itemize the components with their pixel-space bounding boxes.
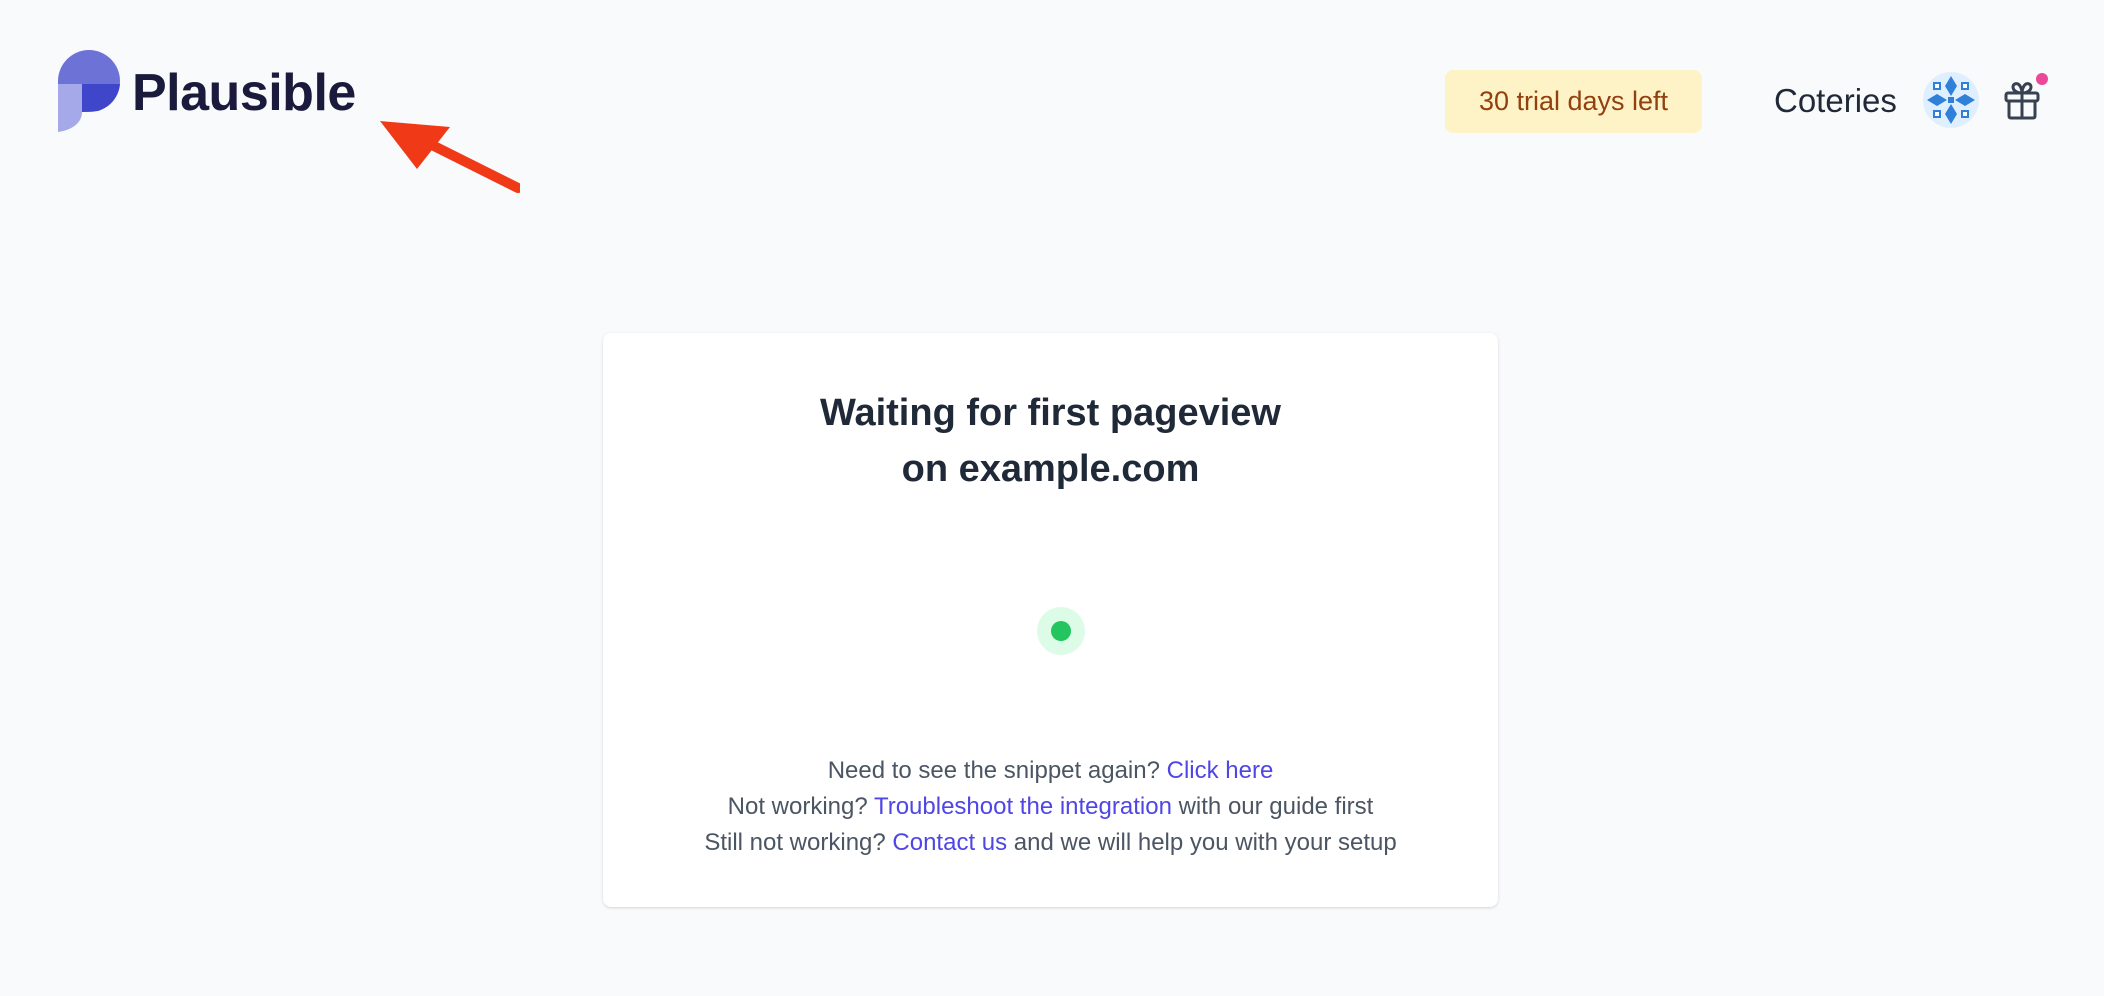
gift-icon[interactable] — [2002, 78, 2042, 122]
help-text: Need to see the snippet again? Click her… — [603, 753, 1498, 861]
click-here-link[interactable]: Click here — [1167, 757, 1274, 784]
red-arrow-annotation — [380, 121, 520, 193]
waiting-card: Waiting for first pageview on example.co… — [603, 333, 1498, 907]
help-line-contact: Still not working? Contact us and we wil… — [704, 829, 1397, 856]
trial-days-badge[interactable]: 30 trial days left — [1445, 70, 1702, 133]
site-name[interactable]: Coteries — [1774, 80, 1897, 122]
card-title-line2: on example.com — [901, 448, 1200, 490]
card-title: Waiting for first pageview on example.co… — [603, 385, 1498, 497]
pulse-dot — [1051, 621, 1071, 641]
plausible-logo-icon — [58, 50, 120, 132]
user-avatar[interactable] — [1923, 72, 1979, 128]
help-line-troubleshoot: Not working? Troubleshoot the integratio… — [727, 793, 1374, 820]
contact-us-link[interactable]: Contact us — [892, 829, 1007, 856]
troubleshoot-link[interactable]: Troubleshoot the integration — [874, 793, 1172, 820]
pulse-indicator — [1037, 607, 1085, 655]
notification-dot — [2036, 73, 2048, 85]
brand-name: Plausible — [132, 64, 356, 122]
card-title-line1: Waiting for first pageview — [820, 392, 1281, 434]
help-line-snippet: Need to see the snippet again? Click her… — [827, 757, 1274, 784]
plausible-logo[interactable]: Plausible — [58, 50, 356, 132]
